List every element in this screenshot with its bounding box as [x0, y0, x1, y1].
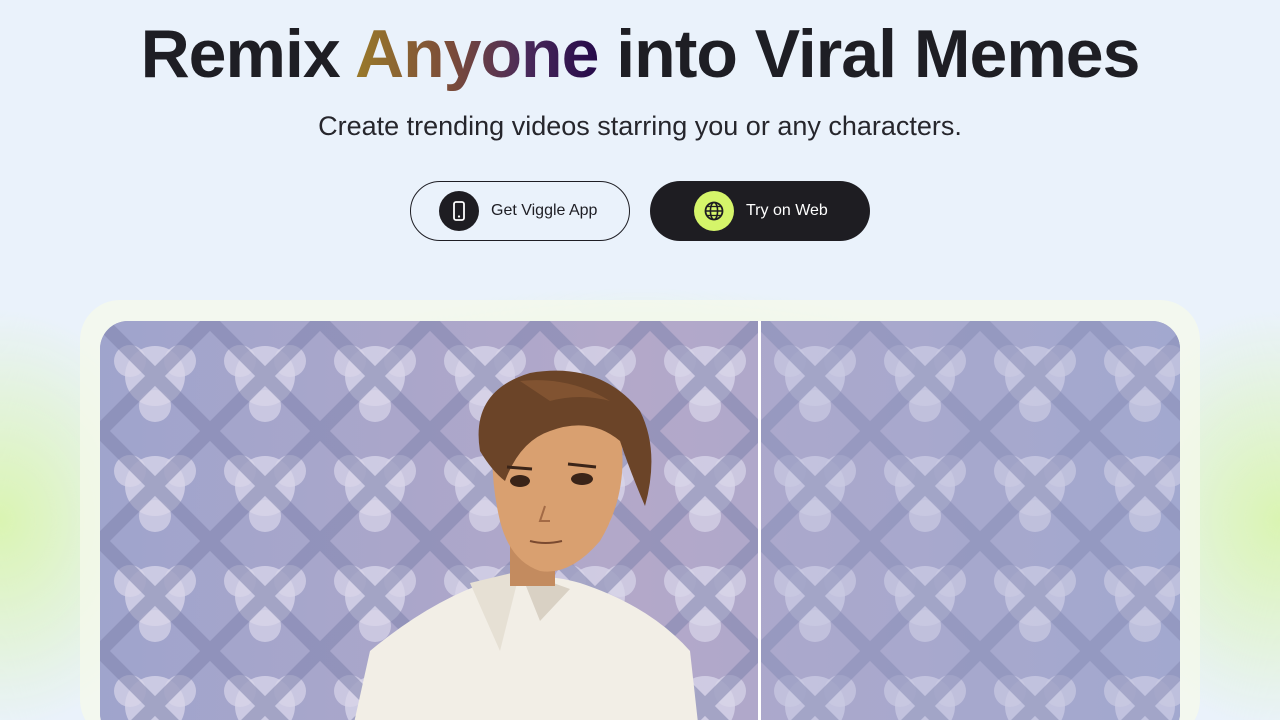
globe-icon: [694, 191, 734, 231]
hero-title-before: Remix: [140, 16, 356, 92]
comparison-divider[interactable]: [758, 321, 761, 720]
hero-title-after: into Viral Memes: [598, 16, 1140, 92]
comparison-video[interactable]: [100, 321, 1180, 720]
try-web-button[interactable]: Try on Web: [650, 181, 870, 241]
anime-character-illustration: [100, 321, 1180, 720]
phone-icon: [439, 191, 479, 231]
get-app-button[interactable]: Get Viggle App: [410, 181, 630, 241]
hero-title: Remix Anyone into Viral Memes: [0, 16, 1280, 92]
try-web-label: Try on Web: [746, 202, 828, 219]
get-app-label: Get Viggle App: [491, 202, 598, 219]
hero-subtitle: Create trending videos starring you or a…: [318, 111, 962, 141]
hero-title-accent: Anyone: [355, 16, 599, 92]
